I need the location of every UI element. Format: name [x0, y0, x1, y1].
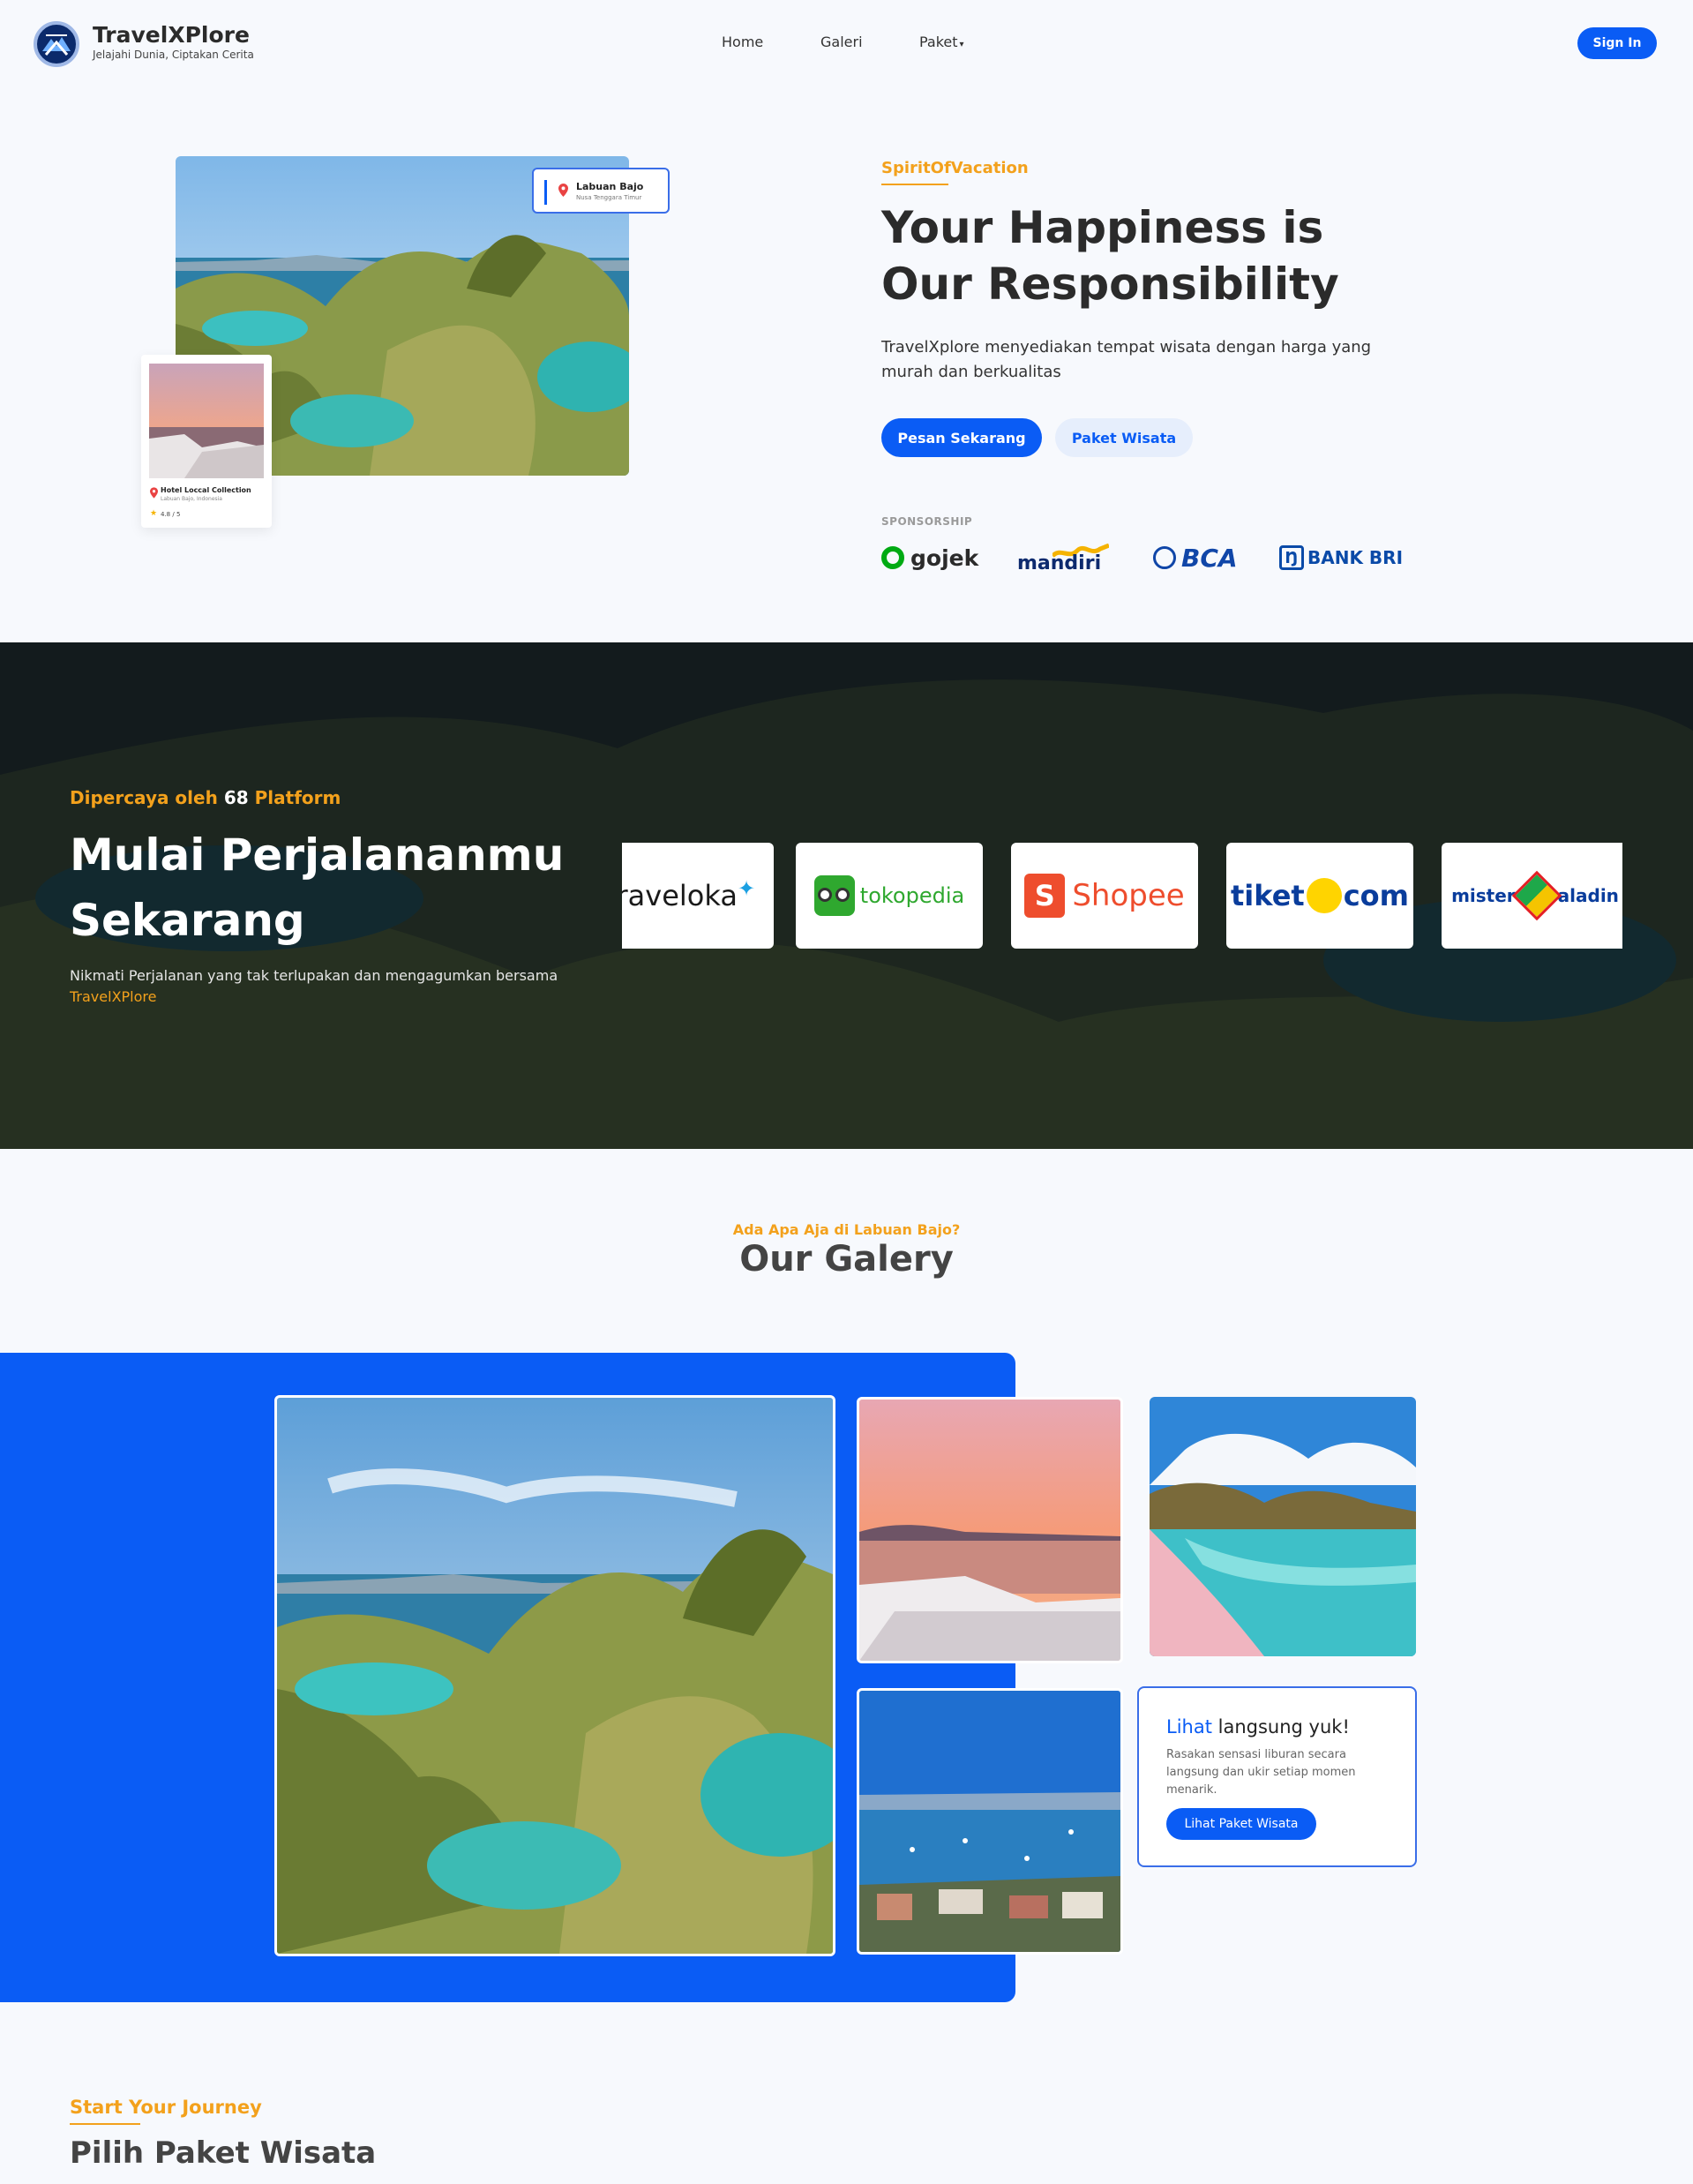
shopee-bag-icon: S — [1024, 874, 1066, 918]
partner-mister-text: mister — [1451, 885, 1516, 906]
gallery-image-harbor-town[interactable] — [857, 1688, 1123, 1955]
band-desc-text: Nikmati Perjalanan yang tak terlupakan d… — [70, 967, 558, 984]
partner-aladin-text: aladin — [1557, 885, 1619, 906]
partner-traveloka-text: traveloka — [622, 879, 738, 912]
hotel-rating: 4.8 / 5 — [161, 511, 181, 518]
nav-galeri[interactable]: Galeri — [820, 34, 863, 50]
partner-tiket-com: com — [1343, 879, 1409, 912]
hero-eyebrow: SpiritOfVacation — [881, 159, 1029, 177]
nav-home[interactable]: Home — [722, 34, 763, 50]
location-accent-bar — [544, 180, 547, 205]
sponsor-mandiri-text: mandiri — [1017, 552, 1102, 574]
brand-name[interactable]: TravelXPlore — [93, 22, 250, 48]
partner-carousel[interactable]: traveloka✦ tokopedia SShopee tiket com mi… — [622, 843, 1622, 949]
nav-paket-label: Paket — [919, 34, 958, 50]
pesan-sekarang-button[interactable]: Pesan Sekarang — [881, 418, 1042, 457]
hotel-location: Labuan Bajo, Indonesia — [161, 496, 222, 502]
gallery-image-padar-island[interactable] — [274, 1395, 835, 1956]
hotel-image — [149, 364, 264, 478]
cta-title-rest: langsung yuk! — [1217, 1716, 1350, 1737]
partner-shopee-text: Shopee — [1072, 878, 1185, 913]
band-title: Mulai Perjalananmu Sekarang — [70, 829, 565, 946]
partner-tiket-text: tiket — [1231, 879, 1305, 912]
trust-count: 68 — [223, 787, 249, 808]
sign-in-button[interactable]: Sign In — [1577, 27, 1657, 59]
band-desc-brand: TravelXPlore — [70, 988, 157, 1005]
nav-paket-dropdown[interactable]: Paket ▾ — [919, 34, 964, 50]
trust-line: Dipercaya oleh 68 Platform — [70, 787, 341, 808]
sponsorship-label: SPONSORSHIP — [881, 515, 973, 528]
partner-tokopedia-text: tokopedia — [859, 883, 965, 908]
cta-title: Lihat langsung yuk! — [1166, 1716, 1350, 1737]
partner-tiket-card[interactable]: tiket com — [1226, 843, 1413, 949]
cta-description: Rasakan sensasi liburan secara langsung … — [1166, 1748, 1356, 1797]
trust-prefix: Dipercaya oleh — [70, 787, 218, 808]
hero-description: TravelXplore menyediakan tempat wisata d… — [881, 338, 1372, 381]
owl-eye-right — [835, 888, 850, 902]
cta-title-highlight: Lihat — [1166, 1716, 1212, 1737]
star-icon: ★ — [150, 509, 158, 518]
bca-icon — [1153, 546, 1176, 569]
sponsor-mandiri-logo: mandiri — [1017, 542, 1109, 574]
partner-tokopedia-card[interactable]: tokopedia — [796, 843, 983, 949]
trust-suffix: Platform — [254, 787, 341, 808]
logo-icon[interactable] — [34, 21, 79, 67]
location-title: Labuan Bajo — [576, 181, 644, 192]
sponsor-bri-text: BANK BRI — [1307, 547, 1404, 568]
gojek-icon — [881, 546, 904, 569]
sponsor-gojek-logo: gojek — [881, 542, 978, 574]
sponsor-bri-logo: Ŋ BANK BRI — [1279, 542, 1403, 574]
paket-wisata-button[interactable]: Paket Wisata — [1055, 418, 1193, 457]
location-subtitle: Nusa Tenggara Timur — [576, 194, 642, 201]
bird-icon: ✦ — [737, 876, 756, 901]
gallery-image-sunset-terrace[interactable] — [857, 1397, 1123, 1663]
packages-eyebrow-underline — [70, 2123, 140, 2125]
hotel-name: Hotel Loccal Collection — [161, 486, 251, 494]
sponsor-bca-logo: BCA — [1153, 542, 1238, 574]
partner-shopee-card[interactable]: S Shopee — [1011, 843, 1198, 949]
tokopedia-owl-icon — [813, 875, 855, 916]
gallery-image-pink-beach[interactable] — [1150, 1397, 1416, 1656]
sponsor-gojek-text: gojek — [910, 544, 979, 571]
gallery-eyebrow: Ada Apa Aja di Labuan Bajo? — [732, 1221, 961, 1238]
partner-traveloka-card[interactable]: traveloka✦ — [622, 843, 774, 949]
packages-eyebrow: Start Your Journey — [70, 2097, 262, 2118]
brand-tagline: Jelajahi Dunia, Ciptakan Cerita — [93, 49, 254, 61]
sponsor-bca-text: BCA — [1181, 543, 1238, 573]
hotel-card[interactable]: Hotel Loccal Collection Labuan Bajo, Ind… — [141, 355, 272, 528]
band-description: Nikmati Perjalanan yang tak terlupakan d… — [70, 965, 564, 1008]
hero-title: Your Happiness is Our Responsibility — [881, 202, 1339, 310]
lihat-paket-wisata-button[interactable]: Lihat Paket Wisata — [1166, 1808, 1316, 1840]
bri-icon: Ŋ — [1279, 545, 1304, 570]
gallery-cta-card: Lihat langsung yuk! Rasakan sensasi libu… — [1137, 1686, 1417, 1867]
location-card: Labuan Bajo Nusa Tenggara Timur — [532, 168, 670, 214]
navbar: TravelXPlore Jelajahi Dunia, Ciptakan Ce… — [0, 0, 1693, 88]
eyebrow-underline — [881, 184, 948, 185]
owl-eye-left — [817, 888, 832, 902]
partner-misteraladin-card[interactable]: mister aladin — [1442, 843, 1622, 949]
map-pin-icon — [558, 184, 568, 197]
gallery-title: Our Galery — [739, 1239, 954, 1280]
caret-down-icon: ▾ — [959, 40, 964, 49]
tiket-dot-icon — [1306, 878, 1342, 913]
misteraladin-icon — [1511, 870, 1562, 921]
map-pin-icon — [150, 487, 158, 499]
packages-title: Pilih Paket Wisata — [70, 2135, 377, 2171]
